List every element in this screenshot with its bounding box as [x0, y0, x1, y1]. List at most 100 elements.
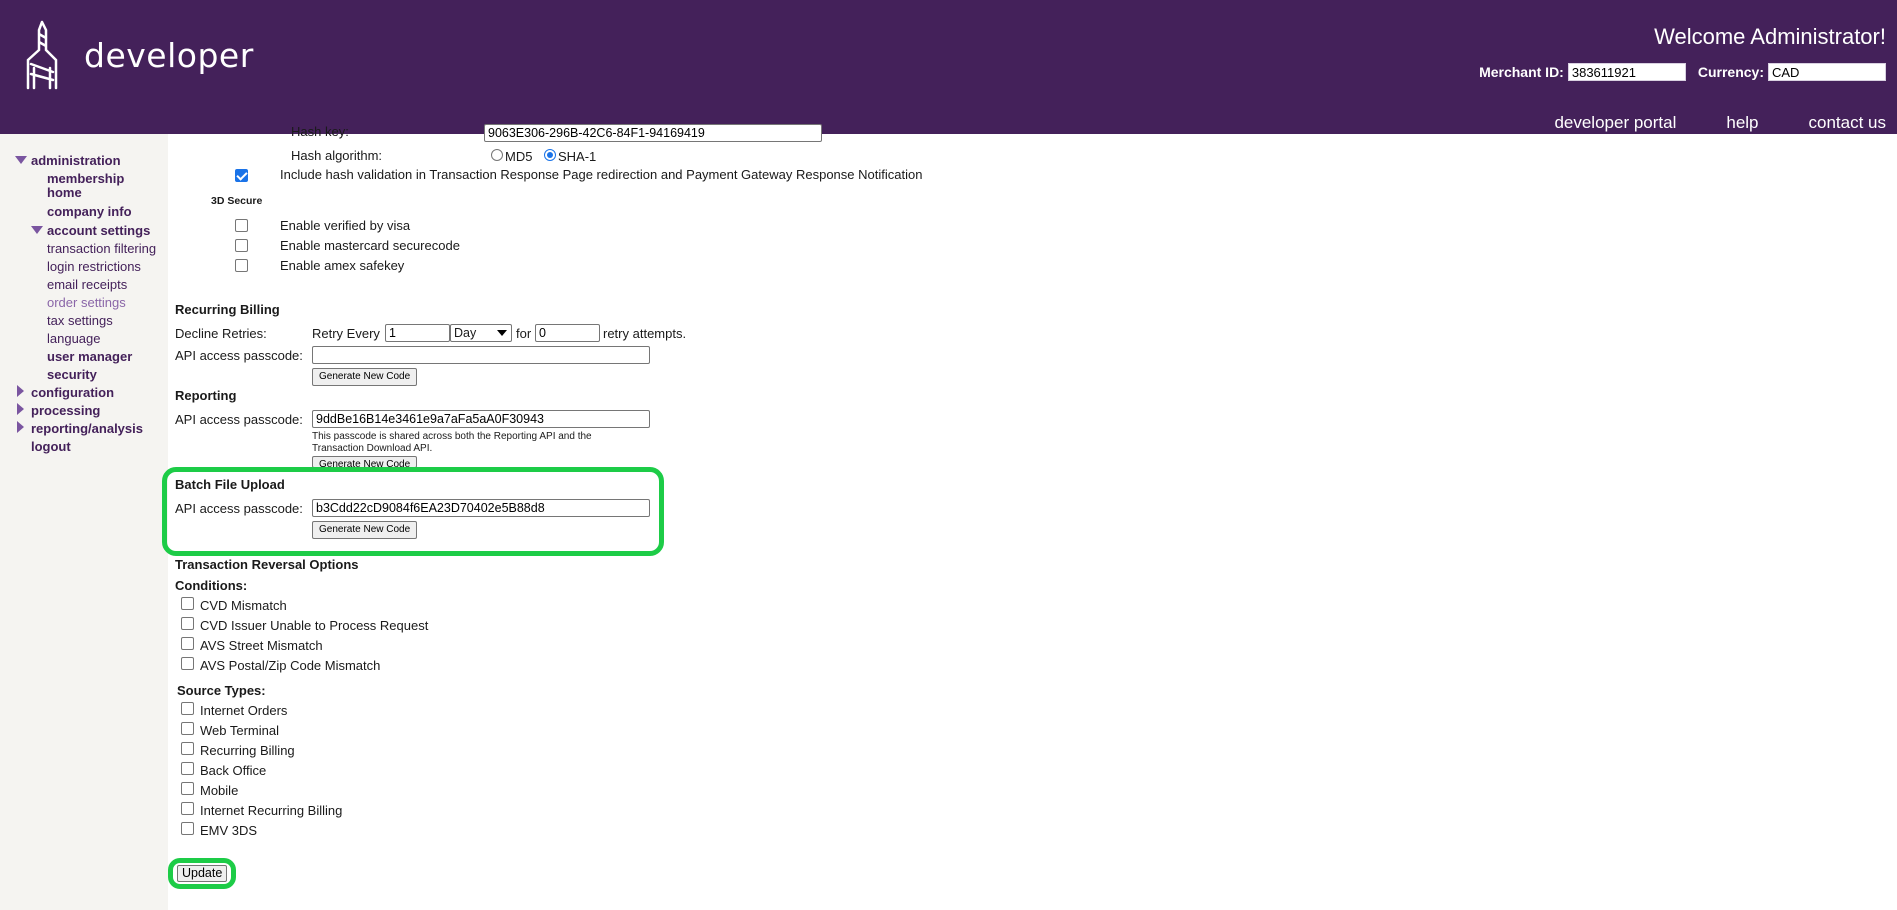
conditions-label: Conditions: [175, 578, 248, 593]
sidebar-item-processing[interactable]: processing [31, 404, 100, 418]
sidebar-item-account-settings[interactable]: account settings [47, 224, 150, 238]
include-hash-label: Include hash validation in Transaction R… [280, 167, 923, 182]
sidebar-item-order-settings[interactable]: order settings [47, 296, 126, 310]
recurring-billing-checkbox[interactable] [181, 742, 194, 755]
internet-recurring-billing-checkbox[interactable] [181, 802, 194, 815]
decline-retries-label: Decline Retries: [175, 326, 267, 341]
retry-attempts-field[interactable] [535, 324, 600, 342]
md5-label: MD5 [505, 149, 533, 164]
sidebar-item-transaction-filtering[interactable]: transaction filtering [47, 242, 156, 256]
sidebar-item-reporting-analysis[interactable]: reporting/analysis [31, 422, 143, 436]
retry-attempts-suffix: retry attempts. [603, 326, 687, 341]
recurring-billing-label: Recurring Billing [200, 743, 295, 758]
reporting-note: This passcode is shared across both the … [312, 431, 592, 455]
retry-period-value: Day [454, 326, 477, 340]
update-button[interactable]: Update [177, 865, 228, 882]
giraffe-icon [26, 20, 58, 90]
sidebar-item-tax-settings[interactable]: tax settings [47, 314, 113, 328]
avs-street-label: AVS Street Mismatch [200, 638, 323, 653]
sidebar-item-configuration[interactable]: configuration [31, 386, 114, 400]
sidebar-item-login-restrictions[interactable]: login restrictions [47, 260, 141, 274]
verified-by-visa-checkbox[interactable] [235, 219, 248, 232]
reporting-title: Reporting [175, 388, 237, 403]
sidebar-item-security[interactable]: security [47, 368, 97, 382]
reporting-api-field[interactable] [312, 410, 650, 428]
batch-generate-button[interactable]: Generate New Code [312, 521, 418, 539]
currency-label: Currency: [1697, 64, 1764, 80]
reporting-note-line: Transaction Download API. [312, 443, 433, 454]
verified-by-visa-label: Enable verified by visa [280, 218, 411, 233]
help-link[interactable]: help [1726, 113, 1758, 133]
cvd-issuer-label: CVD Issuer Unable to Process Request [200, 618, 429, 633]
sidebar-item-user-manager[interactable]: user manager [47, 350, 132, 364]
reporting-generate-button[interactable]: Generate New Code [312, 456, 418, 468]
internet-orders-label: Internet Orders [200, 703, 288, 718]
mastercard-securecode-checkbox[interactable] [235, 239, 248, 252]
chevron-down-icon [497, 330, 507, 336]
3d-secure-title: 3D Secure [211, 195, 263, 207]
source-types-label: Source Types: [177, 683, 266, 698]
include-hash-checkbox[interactable] [235, 169, 248, 182]
internet-orders-checkbox[interactable] [181, 702, 194, 715]
avs-postal-label: AVS Postal/Zip Code Mismatch [200, 658, 381, 673]
reversal-title: Transaction Reversal Options [175, 557, 359, 572]
retry-period-select[interactable]: Day [450, 324, 512, 342]
avs-postal-checkbox[interactable] [181, 657, 194, 670]
developer-logo[interactable]: developer [22, 20, 253, 90]
retry-every-field[interactable] [385, 324, 450, 342]
merchant-id-label: Merchant ID: [1479, 64, 1564, 80]
internet-recurring-billing-label: Internet Recurring Billing [200, 803, 343, 818]
mobile-label: Mobile [200, 783, 239, 798]
hash-key-field[interactable] [484, 124, 822, 142]
reporting-note-line: This passcode is shared across both the … [312, 431, 592, 442]
currency-field[interactable] [1768, 63, 1886, 81]
cvd-issuer-checkbox[interactable] [181, 617, 194, 630]
mobile-checkbox[interactable] [181, 782, 194, 795]
back-office-checkbox[interactable] [181, 762, 194, 775]
emv-3ds-label: EMV 3DS [200, 823, 258, 838]
for-label: for [516, 326, 532, 341]
amex-safekey-checkbox[interactable] [235, 259, 248, 272]
hash-algorithm-label: Hash algorithm: [291, 148, 383, 163]
retry-every-label: Retry Every [312, 326, 380, 341]
amex-safekey-label: Enable amex safekey [280, 258, 405, 273]
sidebar-item-logout[interactable]: logout [31, 440, 71, 454]
top-nav: developer portal help contact us [1554, 113, 1886, 133]
sha1-radio[interactable] [544, 149, 556, 161]
chevron-down-icon[interactable] [31, 226, 43, 234]
web-terminal-label: Web Terminal [200, 723, 279, 738]
main-content: Hash key: Hash algorithm: MD5 SHA-1 Incl… [162, 124, 1897, 910]
mastercard-securecode-label: Enable mastercard securecode [280, 238, 460, 253]
hash-key-label: Hash key: [291, 124, 349, 139]
merchant-id-field[interactable] [1567, 63, 1686, 81]
back-office-label: Back Office [200, 763, 267, 778]
batch-api-label: API access passcode: [175, 501, 303, 516]
chevron-right-icon[interactable] [17, 421, 24, 433]
batch-api-field[interactable] [312, 499, 650, 517]
recurring-billing-title: Recurring Billing [175, 302, 280, 317]
sidebar-item-language[interactable]: language [47, 332, 101, 346]
sidebar-item-membership-home[interactable]: membership home [47, 172, 124, 200]
sha1-label: SHA-1 [558, 149, 597, 164]
chevron-down-icon[interactable] [15, 156, 27, 164]
sidebar-item-email-receipts[interactable]: email receipts [47, 278, 127, 292]
merchant-info: Merchant ID: Currency: [1479, 62, 1886, 82]
sidebar-item-label: home [47, 185, 82, 200]
web-terminal-checkbox[interactable] [181, 722, 194, 735]
logo-text: developer [84, 36, 254, 75]
contact-us-link[interactable]: contact us [1809, 113, 1887, 133]
sidebar-item-company-info[interactable]: company info [47, 205, 132, 219]
emv-3ds-checkbox[interactable] [181, 822, 194, 835]
chevron-right-icon[interactable] [17, 385, 24, 397]
cvd-mismatch-checkbox[interactable] [181, 597, 194, 610]
recurring-api-field[interactable] [312, 346, 650, 364]
chevron-right-icon[interactable] [17, 403, 24, 415]
batch-upload-title: Batch File Upload [175, 477, 285, 492]
sidebar-item-administration[interactable]: administration [31, 154, 121, 168]
top-header: developer Welcome Administrator! Merchan… [0, 0, 1897, 134]
developer-portal-link[interactable]: developer portal [1554, 113, 1676, 133]
avs-street-checkbox[interactable] [181, 637, 194, 650]
recurring-generate-button[interactable]: Generate New Code [312, 368, 418, 386]
reporting-api-label: API access passcode: [175, 412, 303, 427]
md5-radio[interactable] [491, 149, 503, 161]
